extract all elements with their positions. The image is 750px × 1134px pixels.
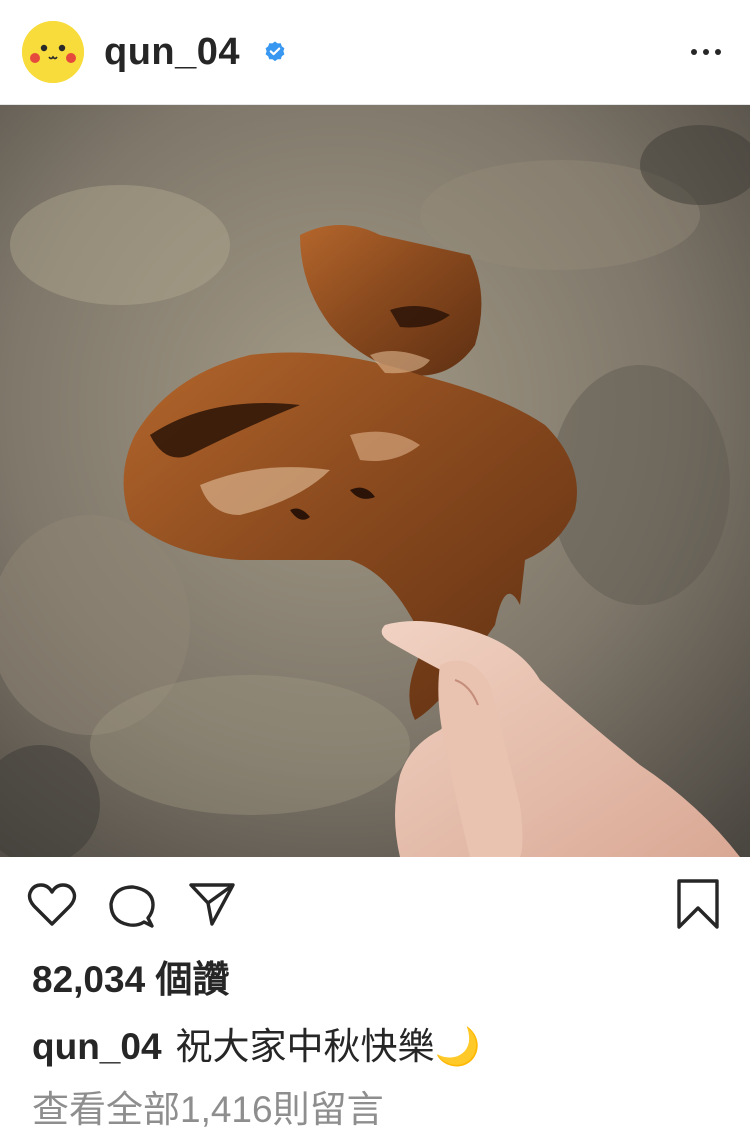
grilled-chicken-wing-photo bbox=[0, 105, 750, 857]
likes-count[interactable]: 82,034 個讚 bbox=[32, 956, 229, 1004]
caption-username[interactable]: qun_04 bbox=[32, 1026, 162, 1067]
send-icon[interactable] bbox=[188, 881, 236, 927]
post-header: qun_04 bbox=[0, 0, 750, 105]
verified-badge-icon bbox=[265, 41, 285, 62]
avatar[interactable] bbox=[22, 21, 84, 83]
bookmark-icon[interactable] bbox=[676, 878, 720, 930]
action-bar bbox=[0, 857, 750, 957]
view-all-comments-link[interactable]: 查看全部1,416則留言 bbox=[32, 1086, 384, 1134]
comment-icon[interactable] bbox=[108, 882, 156, 930]
more-options-icon[interactable] bbox=[688, 42, 724, 62]
pikachu-face-icon bbox=[22, 21, 84, 83]
post-photo[interactable] bbox=[0, 105, 750, 857]
heart-icon[interactable] bbox=[27, 882, 77, 928]
caption: qun_04 祝大家中秋快樂🌙 bbox=[32, 1023, 481, 1071]
caption-text: 祝大家中秋快樂🌙 bbox=[175, 1026, 481, 1067]
post-username[interactable]: qun_04 bbox=[104, 30, 240, 74]
